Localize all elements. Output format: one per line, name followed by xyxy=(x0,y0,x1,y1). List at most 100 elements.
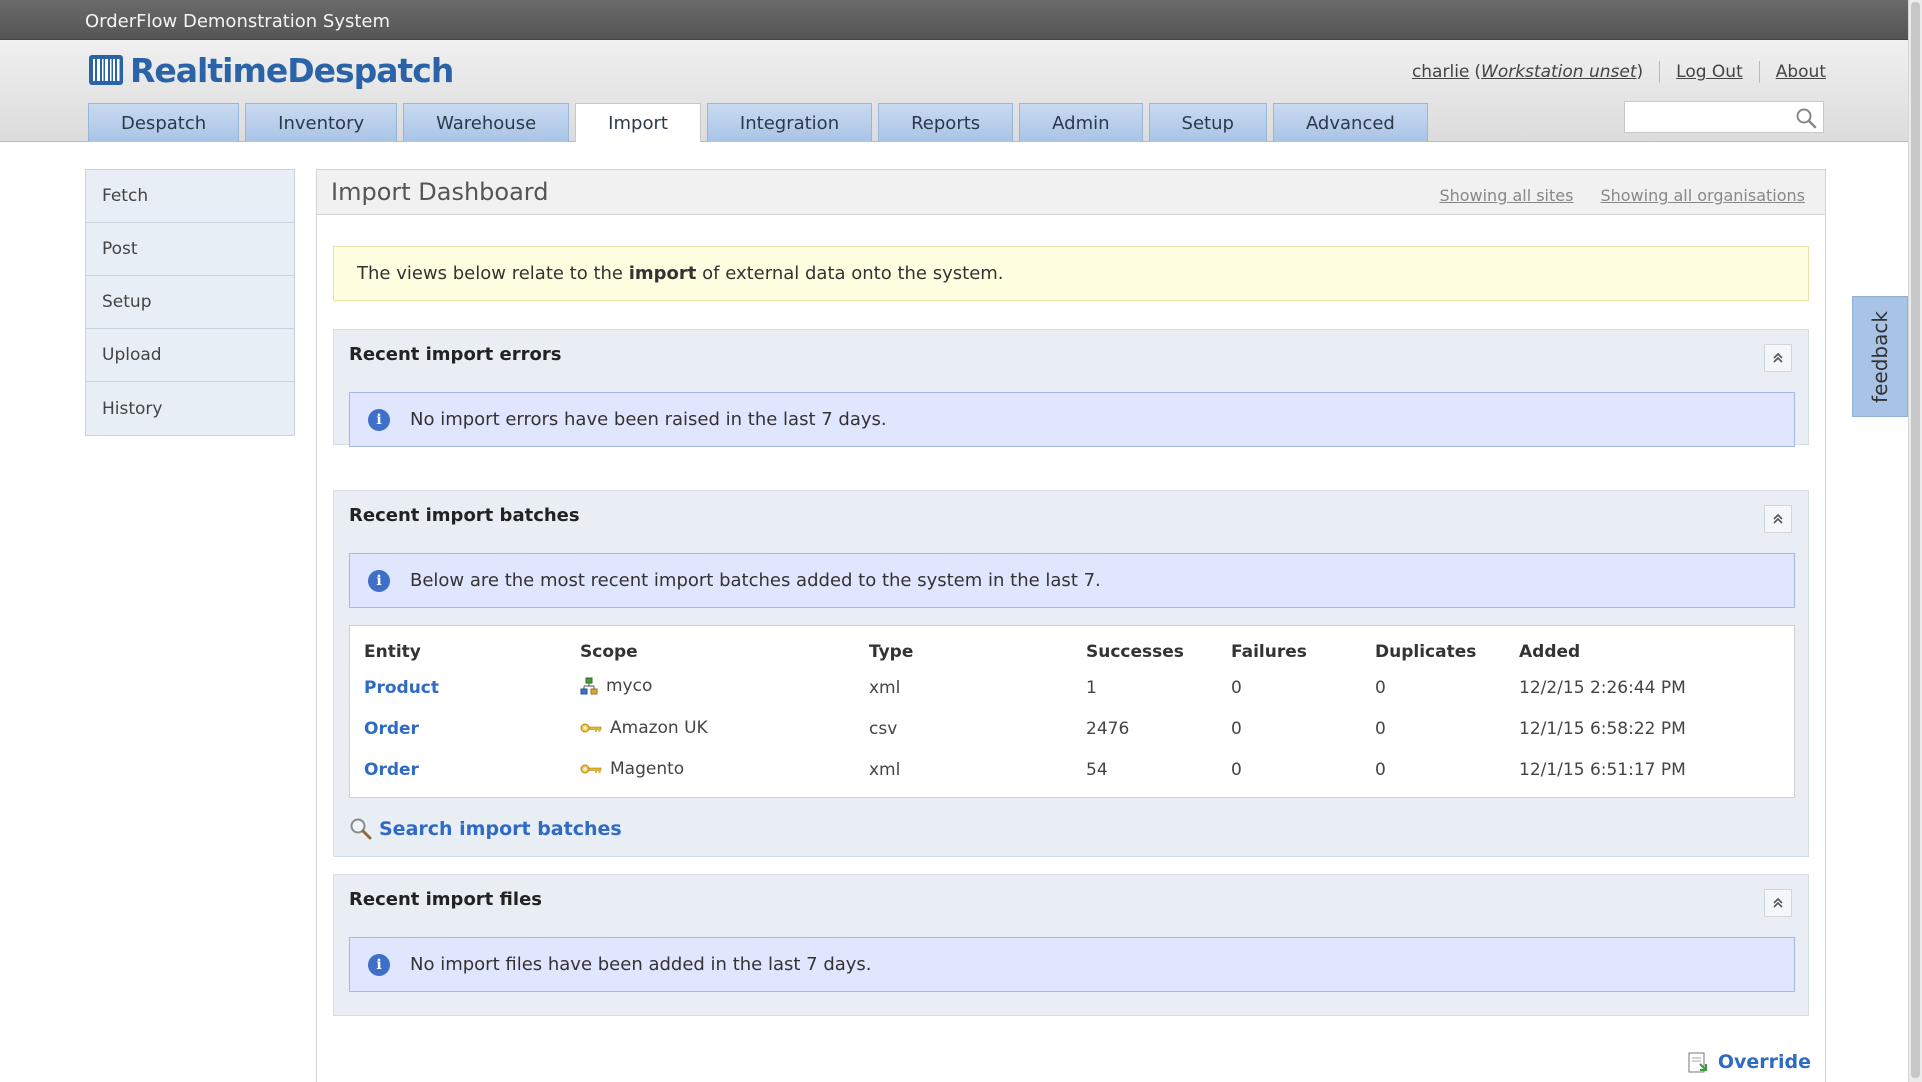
override-document-icon xyxy=(1688,1052,1707,1073)
search-import-batches-label: Search import batches xyxy=(379,818,622,840)
added-cell: 12/2/15 2:26:44 PM xyxy=(1519,677,1686,698)
import-files-panel: Recent import files i No import files ha… xyxy=(333,874,1809,1016)
scope-cell: Magento xyxy=(580,759,684,779)
info-message: i Below are the most recent import batch… xyxy=(349,553,1795,608)
sidebar-item-post[interactable]: Post xyxy=(86,223,294,276)
sidebar-item-setup[interactable]: Setup xyxy=(86,276,294,329)
batches-table-container: Entity Scope Type Successes Failures Dup… xyxy=(349,625,1795,798)
column-header-successes[interactable]: Successes xyxy=(1086,636,1231,667)
top-bar: OrderFlow Demonstration System xyxy=(0,0,1922,40)
scope-cell: myco xyxy=(580,676,652,696)
scope-text: Amazon UK xyxy=(610,717,708,738)
intro-notice: The views below relate to the import of … xyxy=(333,246,1809,301)
sidebar-item-fetch[interactable]: Fetch xyxy=(86,170,294,223)
import-batches-panel: Recent import batches i Below are the mo… xyxy=(333,490,1809,857)
barcode-logo-icon xyxy=(89,55,123,85)
chevron-double-up-icon xyxy=(1773,513,1783,524)
sidebar-item-upload[interactable]: Upload xyxy=(86,329,294,382)
user-name-link[interactable]: charlie xyxy=(1412,62,1469,82)
about-link[interactable]: About xyxy=(1776,62,1826,82)
failures-cell: 0 xyxy=(1231,759,1242,780)
search-icon[interactable] xyxy=(1795,107,1817,129)
tab-reports[interactable]: Reports xyxy=(878,103,1014,142)
chevron-double-up-icon xyxy=(1773,352,1783,363)
tab-despatch[interactable]: Despatch xyxy=(88,103,240,142)
header: RealtimeDespatch charlie ( Workstation u… xyxy=(0,40,1908,142)
scrollbar-thumb[interactable] xyxy=(1911,2,1920,1078)
tab-inventory[interactable]: Inventory xyxy=(245,103,398,142)
panel-title: Recent import batches xyxy=(349,505,580,526)
tab-setup[interactable]: Setup xyxy=(1148,103,1267,142)
column-header-added[interactable]: Added xyxy=(1519,636,1779,667)
override-button[interactable]: Override xyxy=(1686,1050,1811,1074)
collapse-button[interactable] xyxy=(1764,505,1792,533)
organisations-filter-link[interactable]: Showing all organisations xyxy=(1600,186,1805,205)
entity-link[interactable]: Order xyxy=(364,760,419,780)
collapse-button[interactable] xyxy=(1764,889,1792,917)
workstation-open-paren: ( xyxy=(1474,62,1482,82)
info-message: i No import errors have been raised in t… xyxy=(349,392,1795,447)
main-panel: Import Dashboard Showing all sites Showi… xyxy=(316,169,1826,1082)
column-header-entity[interactable]: Entity xyxy=(364,636,580,667)
added-cell: 12/1/15 6:58:22 PM xyxy=(1519,718,1686,739)
user-links: charlie ( Workstation unset ) Log Out Ab… xyxy=(1412,61,1826,83)
info-text: No import files have been added in the l… xyxy=(410,954,872,975)
scope-text: Magento xyxy=(610,758,685,779)
search-input[interactable] xyxy=(1625,102,1785,132)
batches-table: Entity Scope Type Successes Failures Dup… xyxy=(364,636,1779,790)
channel-key-icon xyxy=(580,723,602,732)
info-text: Below are the most recent import batches… xyxy=(410,570,1101,591)
table-row[interactable]: Order Amazon UK csv 2476 0 0 12/1/15 6:5… xyxy=(364,708,1779,749)
logout-link[interactable]: Log Out xyxy=(1676,62,1743,82)
sidebar-item-history[interactable]: History xyxy=(86,382,294,435)
search-box xyxy=(1624,101,1824,133)
feedback-tab[interactable]: feedback xyxy=(1852,296,1908,417)
sites-filter-link[interactable]: Showing all sites xyxy=(1439,186,1573,205)
override-label: Override xyxy=(1717,1051,1811,1073)
info-text: No import errors have been raised in the… xyxy=(410,409,887,430)
info-icon: i xyxy=(368,408,390,431)
duplicates-cell: 0 xyxy=(1375,759,1386,780)
vertical-scrollbar[interactable] xyxy=(1908,0,1922,1082)
table-row[interactable]: Product myco xml 1 0 0 12/2/15 2:26:44 P… xyxy=(364,667,1779,708)
table-row[interactable]: Order Magento xml 54 0 0 12/1/15 6:51:17… xyxy=(364,749,1779,790)
tab-import[interactable]: Import xyxy=(575,103,701,142)
entity-link[interactable]: Product xyxy=(364,678,439,698)
failures-cell: 0 xyxy=(1231,718,1242,739)
type-cell: xml xyxy=(869,677,901,698)
channel-key-icon xyxy=(580,764,602,773)
column-header-failures[interactable]: Failures xyxy=(1231,636,1375,667)
collapse-button[interactable] xyxy=(1764,344,1792,372)
successes-cell: 54 xyxy=(1086,759,1108,780)
logo-text: RealtimeDespatch xyxy=(130,50,454,90)
info-message: i No import files have been added in the… xyxy=(349,937,1795,992)
import-errors-panel: Recent import errors i No import errors … xyxy=(333,329,1809,447)
type-cell: csv xyxy=(869,718,898,739)
page-title: Import Dashboard xyxy=(331,178,549,206)
main-nav-tabs: Despatch Inventory Warehouse Import Inte… xyxy=(88,103,1428,142)
column-header-duplicates[interactable]: Duplicates xyxy=(1375,636,1519,667)
entity-link[interactable]: Order xyxy=(364,719,419,739)
info-icon: i xyxy=(368,569,390,592)
system-title: OrderFlow Demonstration System xyxy=(85,11,391,32)
workstation-link[interactable]: Workstation unset xyxy=(1481,62,1636,82)
tab-integration[interactable]: Integration xyxy=(706,103,873,142)
column-header-type[interactable]: Type xyxy=(869,636,1086,667)
panel-title: Recent import files xyxy=(349,889,542,910)
magnifier-icon xyxy=(350,818,372,840)
failures-cell: 0 xyxy=(1231,677,1242,698)
table-header-row: Entity Scope Type Successes Failures Dup… xyxy=(364,636,1779,667)
search-import-batches-link[interactable]: Search import batches xyxy=(349,817,622,841)
tab-admin[interactable]: Admin xyxy=(1019,103,1143,142)
duplicates-cell: 0 xyxy=(1375,718,1386,739)
tab-warehouse[interactable]: Warehouse xyxy=(403,103,570,142)
workstation-text: Workstation unset xyxy=(1481,62,1637,82)
panel-title: Recent import errors xyxy=(349,344,562,365)
feedback-label: feedback xyxy=(1868,310,1892,403)
chevron-double-up-icon xyxy=(1773,897,1783,908)
column-header-scope[interactable]: Scope xyxy=(580,636,869,667)
logo[interactable]: RealtimeDespatch xyxy=(88,48,454,92)
tab-advanced[interactable]: Advanced xyxy=(1272,103,1428,142)
divider xyxy=(1659,61,1661,83)
divider xyxy=(1758,61,1760,83)
